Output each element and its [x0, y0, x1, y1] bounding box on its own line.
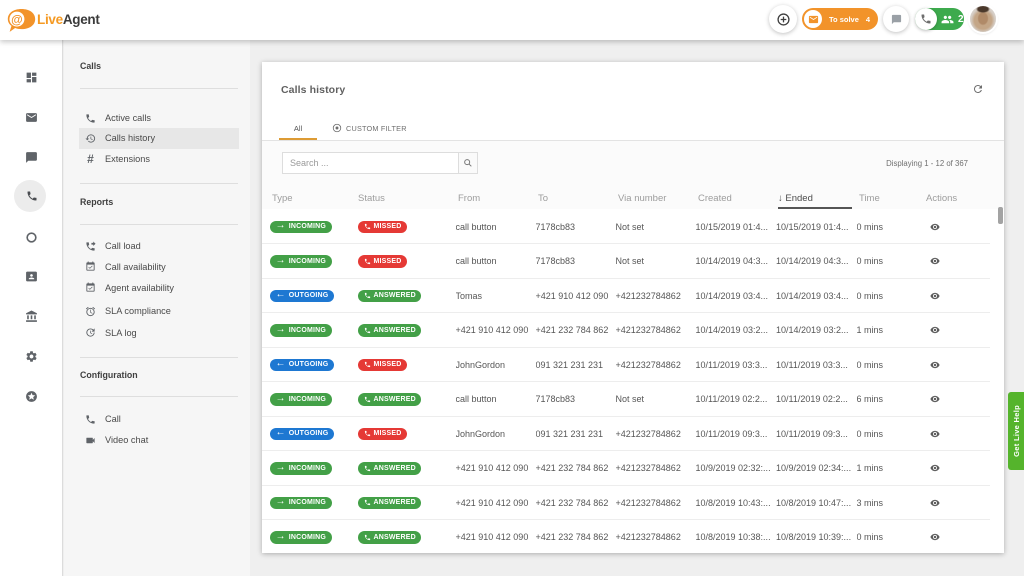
svg-text:@: @ — [11, 12, 23, 26]
